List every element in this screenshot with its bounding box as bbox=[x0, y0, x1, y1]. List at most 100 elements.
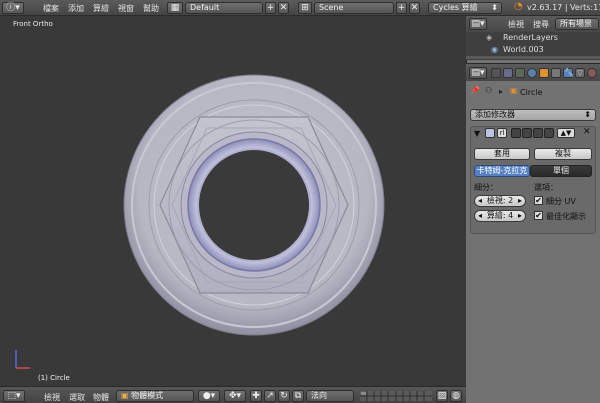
object-mode-icon: ▣ bbox=[121, 391, 129, 400]
remove-scene-button[interactable]: ✕ bbox=[409, 2, 420, 14]
outliner-editor-type-button[interactable]: ▤▾ bbox=[469, 18, 487, 30]
object-name-breadcrumb: Circle bbox=[520, 88, 543, 97]
subsurf-modifier-panel: ▼ rl ▲▼ ✕ 套用 複製 卡特姆-克拉克 單個 細分： 選項： ◂ 檢視:… bbox=[470, 126, 596, 234]
add-modifier-select[interactable]: 添加修改器 ⬍ bbox=[470, 109, 596, 121]
scene-link-icon: ⚇ bbox=[485, 86, 493, 95]
show-in-editmode-icon[interactable] bbox=[533, 128, 543, 138]
view-levels-field[interactable]: ◂ 檢視: 2 ▸ bbox=[474, 195, 526, 207]
renderlayers-icon: ◈ bbox=[486, 33, 493, 42]
3d-viewport[interactable] bbox=[0, 16, 466, 386]
add-modifier-label: 添加修改器 bbox=[475, 110, 515, 119]
menu-select[interactable]: 選取 bbox=[69, 392, 85, 403]
manipulator-toggle-icon[interactable]: ✚ bbox=[250, 390, 262, 402]
optimal-display-label: 最佳化顯示 bbox=[546, 212, 586, 221]
blender-logo-icon: ◔ bbox=[514, 1, 523, 12]
apply-button[interactable]: 套用 bbox=[474, 148, 530, 160]
outliner-menu-search[interactable]: 搜尋 bbox=[533, 19, 549, 30]
render-layers-tab-icon[interactable] bbox=[503, 68, 513, 78]
optimal-display-checkbox[interactable]: ✔ bbox=[534, 211, 543, 220]
scale-manipulator-icon[interactable]: ⧉ bbox=[292, 390, 304, 402]
render-levels-label: 算繪: 4 bbox=[486, 211, 514, 220]
screen-layout-field[interactable]: Default bbox=[185, 2, 263, 14]
layer-grid-icon bbox=[360, 391, 432, 401]
catmull-clark-tab[interactable]: 卡特姆-克拉克 bbox=[474, 165, 530, 177]
scene-field[interactable]: Scene bbox=[314, 2, 394, 14]
constraints-tab-icon[interactable] bbox=[551, 68, 561, 78]
world-icon: ◉ bbox=[491, 45, 498, 54]
increment-arrow-icon[interactable]: ▸ bbox=[518, 196, 522, 206]
menu-help[interactable]: 幫助 bbox=[143, 3, 159, 14]
properties-header: ▤▾ 🔧 ▽ bbox=[466, 63, 600, 81]
layer-buttons[interactable] bbox=[360, 391, 432, 401]
viewport-header: ⬚▾ 檢視 選取 物體 ▣ 物體模式 ●▾ ✥▾ ✚ ↗ ↻ ⧉ 法向 ▨ ◍ bbox=[0, 386, 466, 403]
menu-window[interactable]: 視窗 bbox=[118, 3, 134, 14]
close-icon[interactable]: ✕ bbox=[583, 127, 591, 137]
menu-view[interactable]: 檢視 bbox=[44, 392, 60, 403]
properties-editor-type-button[interactable]: ▤▾ bbox=[469, 67, 487, 79]
outliner-item-renderlayers[interactable]: RenderLayers bbox=[503, 33, 558, 42]
collapse-triangle-icon[interactable]: ▼ bbox=[474, 129, 480, 138]
mode-select[interactable]: ▣ 物體模式 bbox=[116, 390, 194, 402]
breadcrumb-arrow-icon: ▸ bbox=[499, 87, 504, 96]
subdivisions-label: 細分： bbox=[474, 183, 498, 192]
chevron-updown-icon: ⬍ bbox=[584, 110, 591, 119]
outliner-item-world[interactable]: World.003 bbox=[503, 45, 544, 54]
data-tab-icon[interactable]: ▽ bbox=[575, 68, 585, 78]
modifier-name-field-icon[interactable]: rl bbox=[497, 128, 507, 138]
info-editor-type-button[interactable]: ⓘ▾ bbox=[2, 2, 24, 14]
show-on-cage-icon[interactable] bbox=[544, 128, 554, 138]
add-scene-button[interactable]: + bbox=[396, 2, 407, 14]
render-preview-icon[interactable]: ◍ bbox=[450, 390, 462, 402]
remove-layout-button[interactable]: ✕ bbox=[278, 2, 289, 14]
modifiers-tab-icon[interactable]: 🔧 bbox=[563, 68, 574, 78]
rotate-manipulator-icon[interactable]: ↻ bbox=[278, 390, 290, 402]
options-label: 選項： bbox=[534, 183, 558, 192]
outliner-menu-view[interactable]: 檢視 bbox=[508, 19, 524, 30]
menu-object[interactable]: 物體 bbox=[93, 392, 109, 403]
render-engine-label: Cycles 算繪 bbox=[433, 3, 478, 12]
move-up-down-icon[interactable]: ▲▼ bbox=[557, 128, 575, 138]
view-levels-label: 檢視: 2 bbox=[486, 196, 514, 205]
translate-manipulator-icon[interactable]: ↗ bbox=[264, 390, 276, 402]
decrement-arrow-icon[interactable]: ◂ bbox=[478, 211, 482, 221]
cube-icon: ▣ bbox=[510, 86, 518, 95]
scene-icon[interactable]: ⊞ bbox=[298, 2, 312, 14]
outliner-display-mode[interactable]: 所有場景 bbox=[555, 18, 599, 30]
add-layout-button[interactable]: + bbox=[265, 2, 276, 14]
copy-button[interactable]: 複製 bbox=[534, 148, 592, 160]
outliner[interactable]: ◈ RenderLayers ◉ World.003 bbox=[466, 32, 600, 60]
active-object-label: (1) Circle bbox=[38, 374, 70, 382]
render-tab-icon[interactable] bbox=[491, 68, 501, 78]
world-tab-icon[interactable] bbox=[527, 68, 537, 78]
show-in-render-icon[interactable] bbox=[511, 128, 521, 138]
menu-render[interactable]: 算繪 bbox=[93, 3, 109, 14]
increment-arrow-icon[interactable]: ▸ bbox=[518, 211, 522, 221]
viewport-title: Front Ortho bbox=[13, 20, 53, 28]
subdivide-uvs-checkbox[interactable]: ✔ bbox=[534, 196, 543, 205]
object-tab-icon[interactable] bbox=[539, 68, 549, 78]
show-in-viewport-icon[interactable] bbox=[522, 128, 532, 138]
screen-layout-icon[interactable]: ▦ bbox=[167, 2, 183, 14]
pivot-point-button[interactable]: ✥▾ bbox=[224, 390, 246, 402]
menu-add[interactable]: 添加 bbox=[68, 3, 84, 14]
subdivide-uvs-label: 細分 UV bbox=[546, 197, 576, 206]
editor-type-button[interactable]: ⬚▾ bbox=[3, 390, 25, 402]
material-tab-icon[interactable] bbox=[587, 68, 597, 78]
top-header: ⓘ▾ 檔案 添加 算繪 視窗 幫助 ▦ Default + ✕ ⊞ Scene … bbox=[0, 0, 600, 16]
mode-label: 物體模式 bbox=[131, 391, 164, 400]
render-levels-field[interactable]: ◂ 算繪: 4 ▸ bbox=[474, 210, 526, 222]
outliner-header: ▤▾ 檢視 搜尋 所有場景 bbox=[466, 16, 600, 32]
scene-tab-icon[interactable] bbox=[515, 68, 525, 78]
subsurf-modifier-icon bbox=[485, 128, 495, 138]
render-engine-select[interactable]: Cycles 算繪 ⬍ bbox=[428, 2, 502, 14]
menu-file[interactable]: 檔案 bbox=[43, 3, 59, 14]
simple-tab[interactable]: 單個 bbox=[530, 165, 592, 177]
properties-body: 📌 ⚇ ▸ ▣ Circle 添加修改器 ⬍ ▼ rl ▲▼ ✕ 套用 複製 卡… bbox=[466, 81, 600, 403]
outliner-scrollbar[interactable] bbox=[466, 56, 600, 59]
transform-orientation-select[interactable]: 法向 bbox=[306, 390, 354, 402]
lock-camera-icon[interactable]: ▨ bbox=[436, 390, 448, 402]
pin-icon[interactable]: 📌 bbox=[470, 86, 480, 95]
decrement-arrow-icon[interactable]: ◂ bbox=[478, 196, 482, 206]
version-stats: v2.63.17 | Verts:1113 bbox=[527, 3, 600, 12]
viewport-shading-button[interactable]: ●▾ bbox=[198, 390, 220, 402]
